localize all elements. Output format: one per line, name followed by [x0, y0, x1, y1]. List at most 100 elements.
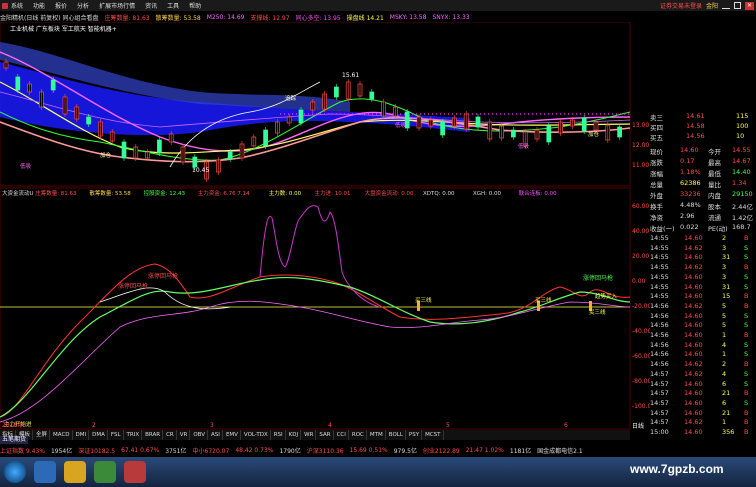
indicator-tab[interactable]: FSL	[109, 430, 124, 440]
price-chart[interactable]: 15.61 10.45 追踪 低吸 低吸 低吸 加仓 加仓 13.00 12.0…	[0, 22, 650, 430]
indicator-tab[interactable]: ROC	[350, 430, 367, 440]
index-item[interactable]: 1790亿	[279, 446, 300, 455]
menu-tools[interactable]: 工具	[167, 1, 179, 10]
indicator-tab[interactable]: 全屏	[34, 430, 51, 440]
start-orb-icon[interactable]	[4, 461, 26, 483]
indicator-tab[interactable]: VR	[178, 430, 191, 440]
tick-flag: S	[744, 369, 749, 378]
tick-volume: 31	[722, 282, 731, 291]
y-tick: -60.00	[632, 353, 650, 360]
menu-quote[interactable]: 报价	[55, 1, 67, 10]
tick-volume: 21	[722, 389, 731, 398]
low-price-label: 10.45	[192, 167, 209, 174]
quote-row: 14:57 14.60 6 S	[650, 380, 756, 389]
app-icon	[2, 2, 8, 9]
menu-help[interactable]: 帮助	[189, 1, 201, 10]
indicator-tab[interactable]: CCI	[335, 430, 349, 440]
indicator-tab[interactable]: PSY	[407, 430, 423, 440]
quote-price: 14.58	[686, 122, 705, 130]
tick-flag: S	[744, 253, 749, 262]
index-item[interactable]: 1954亿	[51, 446, 72, 455]
menu-function[interactable]: 功能	[33, 1, 45, 10]
indicator-chart-frame	[0, 187, 631, 430]
signal-label: 涨停回马枪	[118, 282, 148, 290]
indicator-tab[interactable]: MCST	[423, 430, 444, 440]
y-tick: 11.00	[632, 162, 649, 169]
index-status-bar: 上证指数 9.43% 1954亿 深证10182.5 67.41 0.67% 3751亿…	[0, 444, 756, 456]
indicator-tab[interactable]: BRAR	[143, 430, 164, 440]
stat-label: 最高	[708, 159, 721, 167]
indicator-tab[interactable]: KDJ	[287, 430, 302, 440]
tick-volume: 5	[722, 311, 727, 320]
y-tick: 20.00	[632, 253, 649, 260]
indicator-tab[interactable]: TRIX	[125, 430, 143, 440]
indicator-tab[interactable]: DMI	[74, 430, 90, 440]
index-item[interactable]: 1181亿	[510, 446, 531, 455]
index-item[interactable]: 48.42 0.73%	[235, 447, 273, 454]
stat-value: 14.55	[732, 146, 751, 154]
quote-row: 14:57 14.62 4 S	[650, 370, 756, 379]
quote-row: 14:55 14.60 31 S	[650, 283, 756, 292]
quote-row: 14:55 14.60 31 S	[650, 253, 756, 262]
indicator-tab[interactable]: RSI	[272, 430, 286, 440]
index-item[interactable]: 21.47 1.02%	[466, 447, 504, 454]
index-item[interactable]: 深证10182.5	[78, 446, 115, 455]
index-item[interactable]: 中小6720.07	[193, 446, 230, 455]
tick-volume: 3	[722, 243, 727, 252]
indicator-tab[interactable]: SAR	[317, 430, 334, 440]
bottom-left-tab[interactable]: 五笔期货	[0, 436, 29, 444]
indicator-tab[interactable]: ASI	[209, 430, 223, 440]
index-item[interactable]: 创业2122.89	[423, 446, 460, 455]
indicator-y-axis: 60.00 40.00 20.00 0.00 -20.00 -40.00 -60.00 -80…	[632, 203, 650, 410]
index-item[interactable]: 国金成都电信2.1	[537, 446, 583, 455]
quote-row: 14:56 14.60 1 S	[650, 350, 756, 359]
indicator-tab[interactable]: CR	[164, 430, 177, 440]
indicator-tab[interactable]: BOLL	[387, 430, 406, 440]
tick-price: 14.60	[684, 398, 703, 407]
index-item[interactable]: 上证指数 9.43%	[0, 446, 45, 455]
menu-analysis[interactable]: 分析	[77, 1, 89, 10]
info-item: 操盘线 14.21	[346, 14, 384, 22]
index-item[interactable]: 3751亿	[165, 446, 186, 455]
minimize-icon[interactable]	[722, 2, 730, 9]
index-item[interactable]: 979.5亿	[394, 446, 417, 455]
folder-icon[interactable]	[64, 461, 86, 483]
maximize-icon[interactable]	[734, 2, 741, 9]
quote-row: 买四 14.58 100	[650, 122, 756, 132]
indicator-tab[interactable]: OBV	[191, 430, 209, 440]
index-item[interactable]: 沪深3110.36	[307, 446, 344, 455]
y-tick: 12.00	[632, 142, 649, 149]
quote-row: 14:57 14.62 1 B	[650, 418, 756, 427]
stat-value: 2.96	[680, 212, 695, 220]
tick-time: 14:55	[650, 234, 669, 242]
indicator-tab[interactable]: MTM	[368, 430, 386, 440]
trade-status[interactable]: 证券交易未登录	[660, 1, 702, 10]
browser-icon[interactable]	[34, 461, 56, 483]
tick-volume: 2	[722, 360, 727, 369]
indicator-tab[interactable]: EMV	[224, 430, 241, 440]
index-item[interactable]: 67.41 0.67%	[121, 447, 159, 454]
quote-volume: 100	[736, 122, 749, 130]
stat-value: 0.022	[680, 223, 699, 231]
close-icon[interactable]: ✕	[745, 1, 754, 10]
indicator-tab[interactable]: DMA	[90, 430, 108, 440]
menu-ext-market[interactable]: 扩展市场行情	[99, 1, 135, 10]
index-item[interactable]: 15.69 0.51%	[350, 447, 388, 454]
quote-row: 15:00 14.60 356 B	[650, 428, 756, 437]
tick-flag: B	[744, 408, 749, 417]
trading-app-icon[interactable]	[124, 461, 146, 483]
signal-label: 低吸	[395, 121, 407, 129]
menu-system[interactable]: 系统	[11, 1, 23, 10]
indicator-value: 主力资金: 6.76 7.14	[198, 189, 250, 197]
y-tick: 13.00	[632, 122, 649, 129]
media-icon[interactable]	[94, 461, 116, 483]
indicator-tab[interactable]: VOL-TDX	[242, 430, 271, 440]
y-tick: 60.00	[632, 203, 649, 210]
stat-value: 0.17	[680, 157, 695, 165]
period-label[interactable]: 日线	[632, 421, 644, 430]
indicator-tab[interactable]: MACD	[51, 430, 73, 440]
tick-time: 14:57	[650, 369, 669, 378]
signal-label: 低吸	[518, 142, 530, 150]
menu-news[interactable]: 资讯	[145, 1, 157, 10]
indicator-tab[interactable]: WR	[302, 430, 317, 440]
